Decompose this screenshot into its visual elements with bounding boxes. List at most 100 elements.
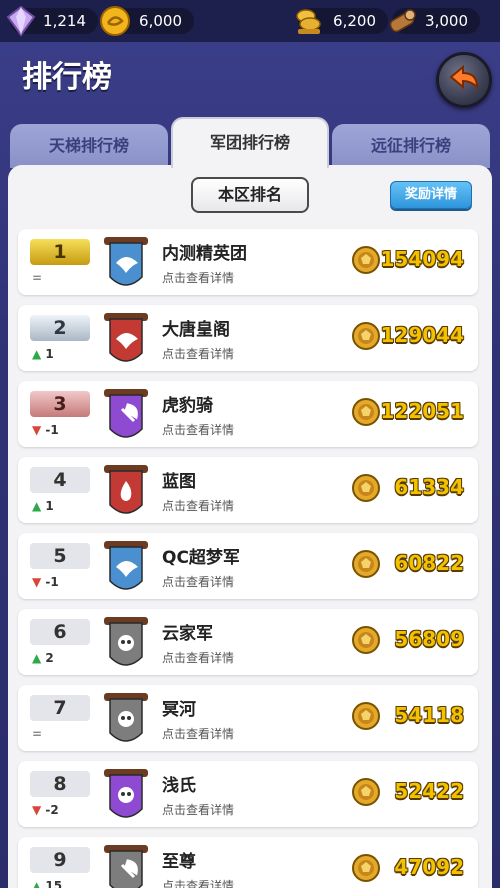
skull-icon	[118, 635, 134, 651]
reward-details-button[interactable]: 奖励详情	[390, 181, 472, 209]
table-row[interactable]: 2 ▲ 1 大唐皇阁 点击查看详情 129044	[18, 305, 478, 371]
legion-banner	[104, 617, 148, 666]
skull-icon	[118, 787, 134, 803]
rank-change-value: 1	[45, 499, 54, 513]
rank-change: ▲ 1	[32, 499, 54, 513]
legion-details-hint: 点击查看详情	[162, 727, 235, 741]
gems-value: 1,214	[43, 12, 86, 30]
rank-badge: 6	[30, 619, 90, 645]
arrow-up-icon: ▲	[32, 879, 42, 888]
legion-banner	[104, 769, 148, 818]
legion-score: 56809	[394, 627, 464, 651]
arrow-up-icon: ▲	[32, 651, 42, 665]
arrow-down-icon: ▼	[32, 575, 42, 589]
legion-name: 内测精英团	[162, 244, 247, 264]
legion-score: 47092	[394, 855, 464, 879]
arrow-up-icon: ▲	[32, 347, 42, 361]
legion-banner	[104, 693, 148, 742]
table-row[interactable]: 1 = 内测精英团 点击查看详情 154094	[18, 229, 478, 295]
legion-score: 122051	[380, 399, 465, 423]
legion-name: 大唐皇阁	[162, 320, 230, 340]
food-counter[interactable]: 6,200	[296, 8, 388, 34]
rank-change: ▼ -2	[32, 803, 59, 817]
legion-banner	[104, 237, 148, 286]
wheat-icon	[296, 9, 321, 34]
rank-change-value: 15	[45, 879, 63, 888]
legion-banner	[104, 541, 148, 590]
legion-score: 129044	[380, 323, 465, 347]
gem-icon	[6, 5, 36, 37]
legion-details-hint: 点击查看详情	[162, 803, 235, 817]
legion-details-hint: 点击查看详情	[162, 423, 235, 437]
rank-change-value: 2	[45, 651, 54, 665]
honor-coin-icon	[352, 550, 380, 578]
legion-banner	[104, 313, 148, 362]
legion-score: 54118	[394, 703, 464, 727]
rank-change-value: =	[32, 271, 43, 285]
table-row[interactable]: 4 ▲ 1 蓝图 点击查看详情 61334	[18, 457, 478, 523]
legion-name: QC超梦军	[162, 548, 240, 568]
legion-banner	[104, 465, 148, 514]
table-row[interactable]: 6 ▲ 2 云家军 点击查看详情 56809	[18, 609, 478, 675]
legion-name: 蓝图	[162, 472, 196, 492]
legion-details-hint: 点击查看详情	[162, 499, 235, 513]
tab-expedition[interactable]: 远征排行榜	[332, 124, 490, 168]
skull-icon	[118, 711, 134, 727]
rank-change: =	[32, 271, 42, 285]
back-arrow-icon	[449, 64, 479, 90]
legion-details-hint: 点击查看详情	[162, 271, 235, 285]
legion-details-hint: 点击查看详情	[162, 879, 235, 888]
legion-banner	[104, 389, 148, 438]
legion-details-hint: 点击查看详情	[162, 575, 235, 589]
legion-name: 云家军	[162, 624, 213, 644]
gold-coin-icon	[100, 6, 130, 36]
tab-legion[interactable]: 军团排行榜	[171, 117, 329, 168]
table-row[interactable]: 7 = 冥河 点击查看详情 54118	[18, 685, 478, 751]
back-button[interactable]	[436, 52, 492, 108]
rank-badge: 5	[30, 543, 90, 569]
honor-coin-icon	[352, 398, 380, 426]
table-row[interactable]: 3 ▼ -1 虎豹骑 点击查看详情 122051	[18, 381, 478, 447]
arrow-down-icon: ▼	[32, 803, 42, 817]
arrow-up-icon: ▲	[32, 499, 42, 513]
rank-change-value: -1	[45, 575, 59, 589]
rank-change-value: 1	[45, 347, 54, 361]
wood-counter[interactable]: 3,000	[389, 8, 480, 34]
wood-log-icon	[389, 9, 416, 33]
legion-score: 61334	[394, 475, 464, 499]
honor-coin-icon	[352, 246, 380, 274]
arrow-down-icon: ▼	[32, 423, 42, 437]
honor-coin-icon	[352, 474, 380, 502]
legion-score: 60822	[394, 551, 464, 575]
rank-change: =	[32, 727, 42, 741]
honor-coin-icon	[352, 778, 380, 806]
table-row[interactable]: 5 ▼ -1 QC超梦军 点击查看详情 60822	[18, 533, 478, 599]
rank-badge: 7	[30, 695, 90, 721]
page-title: 排行榜	[22, 60, 112, 95]
rank-badge: 4	[30, 467, 90, 493]
honor-coin-icon	[352, 854, 380, 882]
rank-badge: 3	[30, 391, 90, 417]
rank-change-value: -1	[45, 423, 59, 437]
rank-change-value: -2	[45, 803, 59, 817]
legion-banner	[104, 845, 148, 888]
gems-counter[interactable]: 1,214	[6, 5, 98, 37]
food-value: 6,200	[333, 12, 376, 30]
resource-bar: 1,214 6,000 6,200 3,000	[0, 0, 500, 42]
table-row[interactable]: 8 ▼ -2 浅氏 点击查看详情 52422	[18, 761, 478, 827]
rank-change: ▼ -1	[32, 423, 59, 437]
gold-counter[interactable]: 6,000	[100, 6, 194, 36]
legion-details-hint: 点击查看详情	[162, 651, 235, 665]
region-ranking-button[interactable]: 本区排名	[191, 177, 309, 213]
rank-badge: 2	[30, 315, 90, 341]
honor-coin-icon	[352, 626, 380, 654]
rank-change: ▼ -1	[32, 575, 59, 589]
wood-value: 3,000	[425, 12, 468, 30]
honor-coin-icon	[352, 322, 380, 350]
rank-change-value: =	[32, 727, 43, 741]
tab-ladder[interactable]: 天梯排行榜	[10, 124, 168, 168]
table-row[interactable]: 9 ▲ 15 至尊 点击查看详情 47092	[18, 837, 478, 888]
rank-change: ▲ 15	[32, 879, 62, 888]
gold-value: 6,000	[139, 12, 182, 30]
legion-name: 浅氏	[162, 776, 196, 796]
